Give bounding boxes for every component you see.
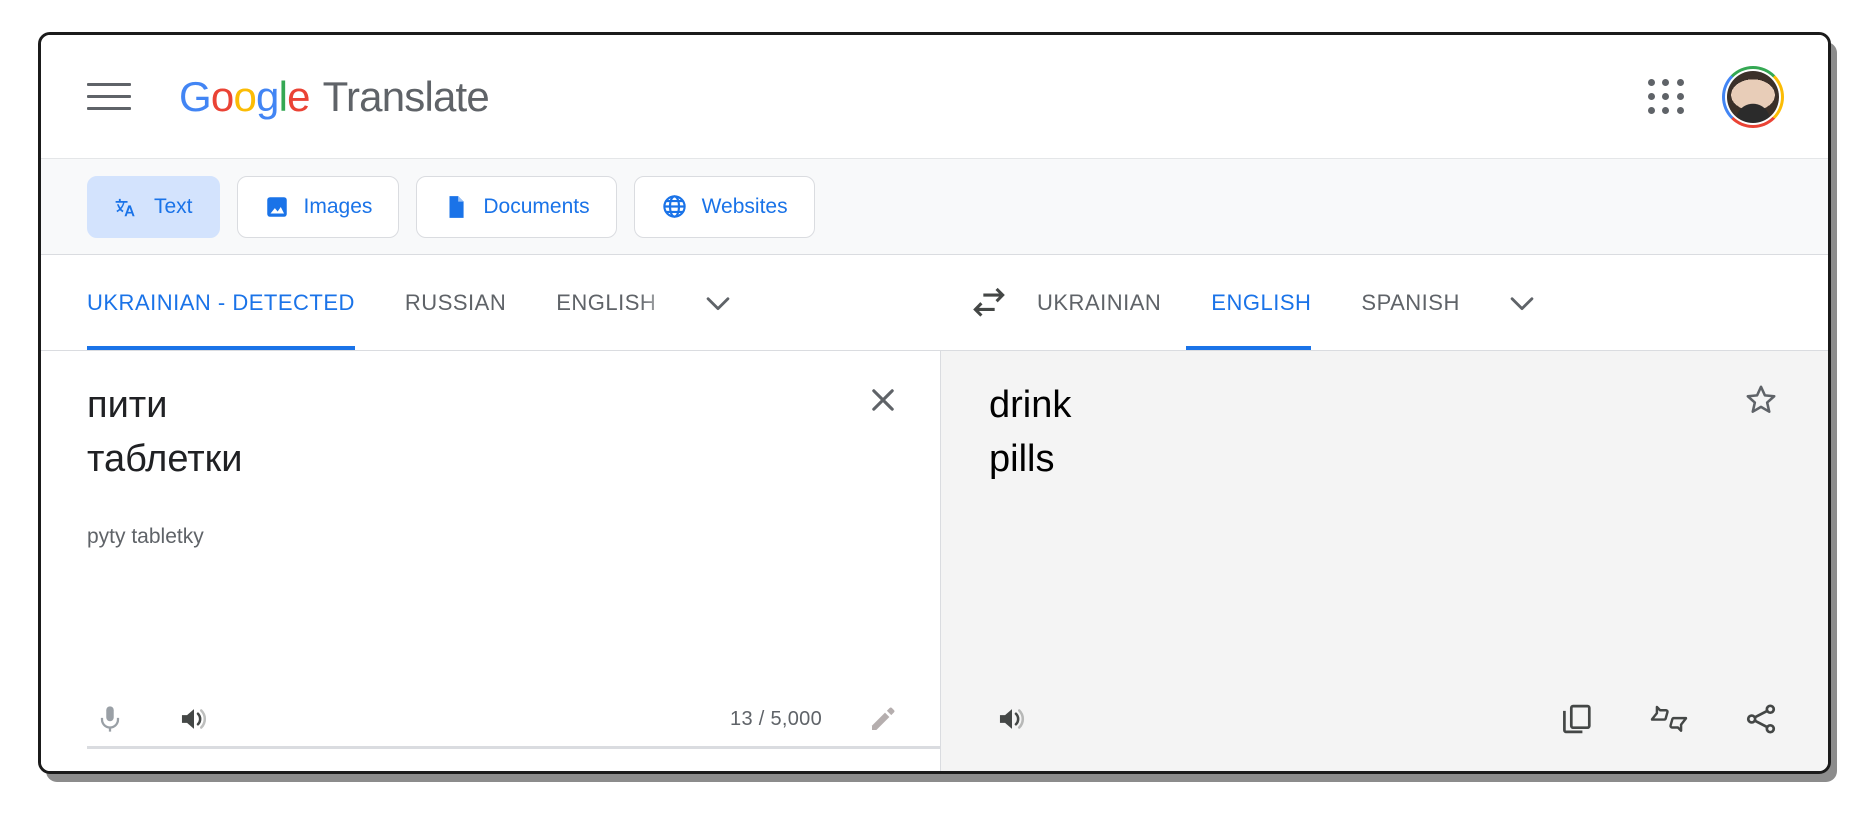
hamburger-bar bbox=[87, 83, 131, 86]
avatar-photo bbox=[1727, 70, 1779, 123]
tab-text[interactable]: Text bbox=[87, 175, 220, 238]
apps-dot bbox=[1648, 92, 1656, 100]
screenshot-stage: Google Translate Text Images Documents W… bbox=[0, 0, 1875, 828]
target-lang-label: SPANISH bbox=[1361, 289, 1460, 315]
source-lang-ukrainian-detected[interactable]: UKRAINIAN - DETECTED bbox=[87, 255, 380, 350]
source-language-chevron-down-icon[interactable] bbox=[681, 255, 755, 350]
apps-dot bbox=[1662, 107, 1670, 115]
source-toolbar: 13 / 5,000 bbox=[87, 667, 906, 771]
char-counter: 13 / 5,000 bbox=[730, 707, 822, 730]
tab-websites[interactable]: Websites bbox=[633, 175, 815, 238]
source-lang-label: UKRAINIAN - DETECTED bbox=[87, 289, 355, 315]
image-icon bbox=[264, 194, 290, 220]
tab-websites-label: Websites bbox=[701, 194, 788, 218]
target-pane: drink pills bbox=[941, 351, 1828, 771]
share-icon[interactable] bbox=[1738, 696, 1784, 742]
target-language-selector: UKRAINIAN ENGLISH SPANISH bbox=[1037, 255, 1828, 350]
apps-dot bbox=[1648, 107, 1656, 115]
tab-images-label: Images bbox=[303, 194, 373, 218]
target-speaker-icon[interactable] bbox=[989, 696, 1035, 742]
target-lang-label: ENGLISH bbox=[1211, 289, 1312, 315]
hamburger-bar bbox=[87, 107, 131, 110]
microphone-icon[interactable] bbox=[87, 696, 133, 742]
pencil-icon[interactable] bbox=[860, 696, 906, 742]
google-logo: Google bbox=[179, 72, 310, 120]
hamburger-menu-icon[interactable] bbox=[87, 77, 133, 117]
source-lang-russian[interactable]: RUSSIAN bbox=[380, 255, 531, 350]
avatar[interactable] bbox=[1722, 65, 1784, 128]
translate-window: Google Translate Text Images Documents W… bbox=[38, 32, 1831, 774]
translation-output: drink pills bbox=[989, 384, 1072, 480]
star-outline-icon[interactable] bbox=[1738, 377, 1784, 423]
target-lang-english[interactable]: ENGLISH bbox=[1186, 255, 1336, 350]
translation-panes: пити таблетки pyty tabletky 13 / 5,000 d… bbox=[41, 351, 1828, 771]
target-lang-label: UKRAINIAN bbox=[1037, 289, 1162, 315]
target-text-row: drink pills bbox=[989, 377, 1784, 487]
source-speaker-icon[interactable] bbox=[171, 696, 217, 742]
document-icon bbox=[443, 194, 469, 220]
thumbs-feedback-icon[interactable] bbox=[1638, 696, 1700, 742]
tab-documents[interactable]: Documents bbox=[416, 175, 617, 238]
target-lang-ukrainian[interactable]: UKRAINIAN bbox=[1037, 255, 1186, 350]
target-language-chevron-down-icon[interactable] bbox=[1485, 255, 1559, 350]
mode-tabs: Text Images Documents Websites bbox=[41, 159, 1828, 255]
clear-source-close-icon[interactable] bbox=[860, 377, 906, 423]
apps-dot bbox=[1662, 78, 1670, 86]
apps-dot bbox=[1662, 92, 1670, 100]
app-header: Google Translate bbox=[41, 35, 1828, 159]
target-lang-spanish[interactable]: SPANISH bbox=[1336, 255, 1484, 350]
tab-text-label: Text bbox=[154, 194, 193, 218]
source-transliteration: pyty tabletky bbox=[87, 524, 204, 548]
source-lang-label: RUSSIAN bbox=[404, 289, 507, 315]
apps-grid-icon[interactable] bbox=[1644, 75, 1688, 119]
target-toolbar bbox=[989, 667, 1784, 771]
globe-icon bbox=[661, 193, 688, 220]
apps-dot bbox=[1676, 92, 1684, 100]
header-actions bbox=[1644, 65, 1784, 128]
product-name: Translate bbox=[322, 72, 490, 120]
apps-dot bbox=[1676, 78, 1684, 86]
source-text-row: пити таблетки bbox=[87, 377, 906, 487]
source-pane: пити таблетки pyty tabletky 13 / 5,000 bbox=[41, 351, 941, 771]
source-bottom-divider bbox=[87, 746, 940, 749]
language-bar: UKRAINIAN - DETECTED RUSSIAN ENGLISH UKR… bbox=[41, 255, 1828, 351]
apps-dot bbox=[1648, 78, 1656, 86]
apps-dot bbox=[1676, 107, 1684, 115]
page-title: Google Translate bbox=[179, 72, 490, 121]
hamburger-bar bbox=[87, 95, 131, 98]
avatar-inner bbox=[1725, 68, 1781, 125]
translate-icon bbox=[114, 194, 140, 220]
source-input[interactable]: пити таблетки bbox=[87, 377, 840, 487]
source-language-selector: UKRAINIAN - DETECTED RUSSIAN ENGLISH bbox=[41, 255, 941, 350]
tab-images[interactable]: Images bbox=[236, 175, 400, 238]
swap-languages-icon[interactable] bbox=[941, 255, 1037, 350]
tab-documents-label: Documents bbox=[483, 194, 590, 218]
copy-icon[interactable] bbox=[1554, 696, 1600, 742]
source-lang-label: ENGLISH bbox=[556, 289, 657, 315]
source-lang-english[interactable]: ENGLISH bbox=[531, 255, 681, 350]
target-bottom-divider bbox=[941, 746, 1828, 749]
